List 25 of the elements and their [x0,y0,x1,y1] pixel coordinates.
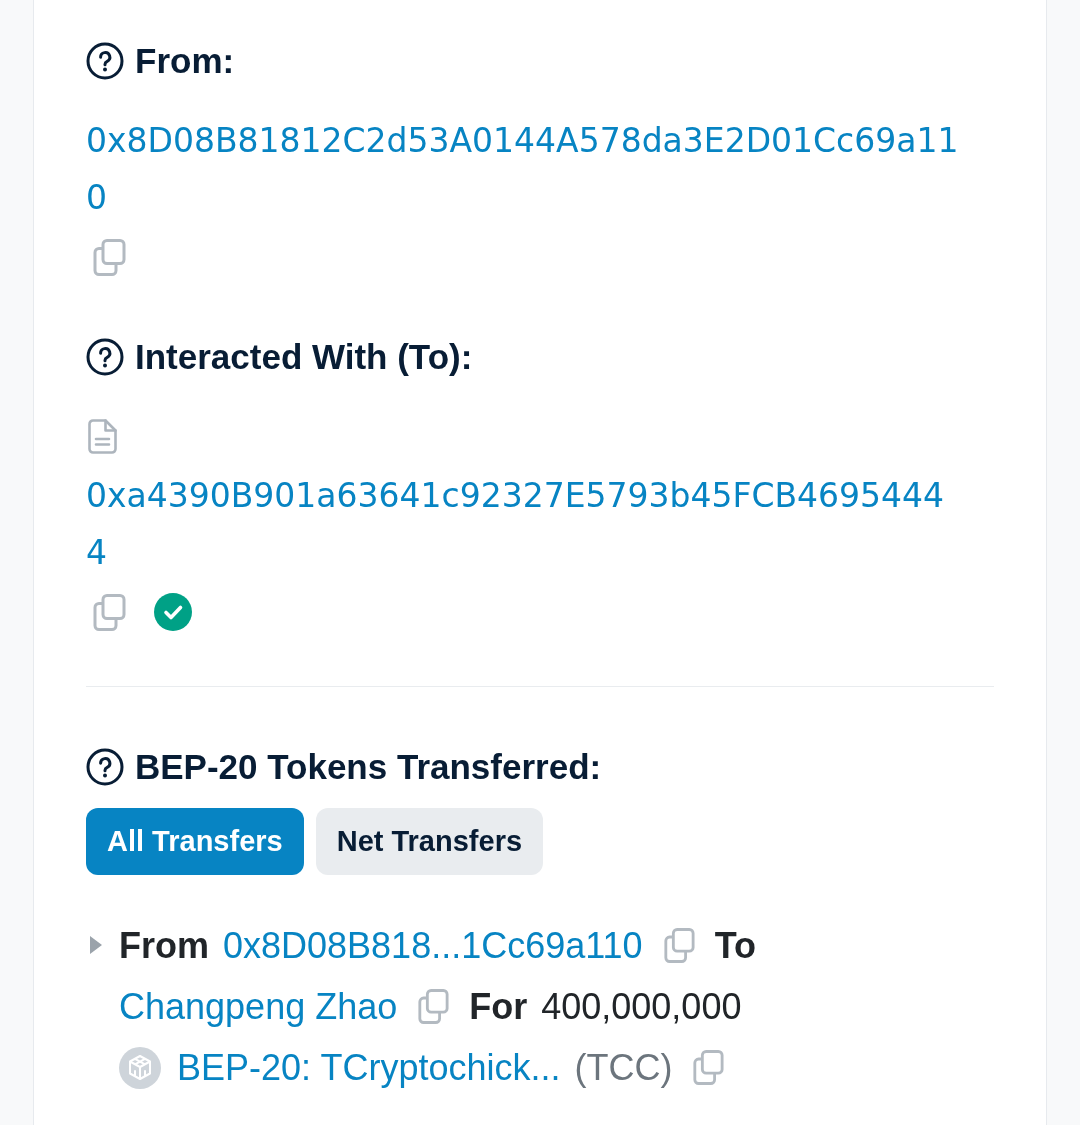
copy-icon[interactable] [692,1050,725,1085]
copy-icon[interactable] [662,928,695,963]
for-label: For [469,985,528,1029]
caret-icon[interactable] [90,935,102,955]
filter-tab[interactable]: Net Transfers [315,808,544,875]
address-link[interactable]: 0xa4390B901a63641c92327E5793b45FCB46954444 [86,467,962,581]
address-link[interactable]: 0x8D08B818...1Cc69a110 [223,915,643,976]
from-label: From [119,924,209,968]
address-link[interactable]: Changpeng Zhao [119,976,398,1037]
token-amount: 400,000,000 [541,985,742,1029]
field-label: From: [135,40,235,82]
token-link[interactable]: BEP-20: TCryptochick... [177,1037,561,1098]
filter-tab[interactable]: All Transfers [86,808,304,875]
section-heading: BEP-20 Tokens Transferred: [135,746,602,788]
token-symbol: (TCC) [574,1046,673,1090]
help-icon [86,748,124,786]
help-icon [86,42,124,80]
field-label: Interacted With (To): [135,336,473,378]
help-icon [86,338,124,376]
copy-icon[interactable] [417,989,450,1024]
copy-icon[interactable] [92,238,126,276]
cube-icon [119,1046,161,1089]
address-link[interactable]: 0x8D08B81812C2d53A0144A578da3E2D01Cc69a110 [86,112,962,226]
copy-icon[interactable] [92,593,126,631]
to-label: To [714,924,756,968]
